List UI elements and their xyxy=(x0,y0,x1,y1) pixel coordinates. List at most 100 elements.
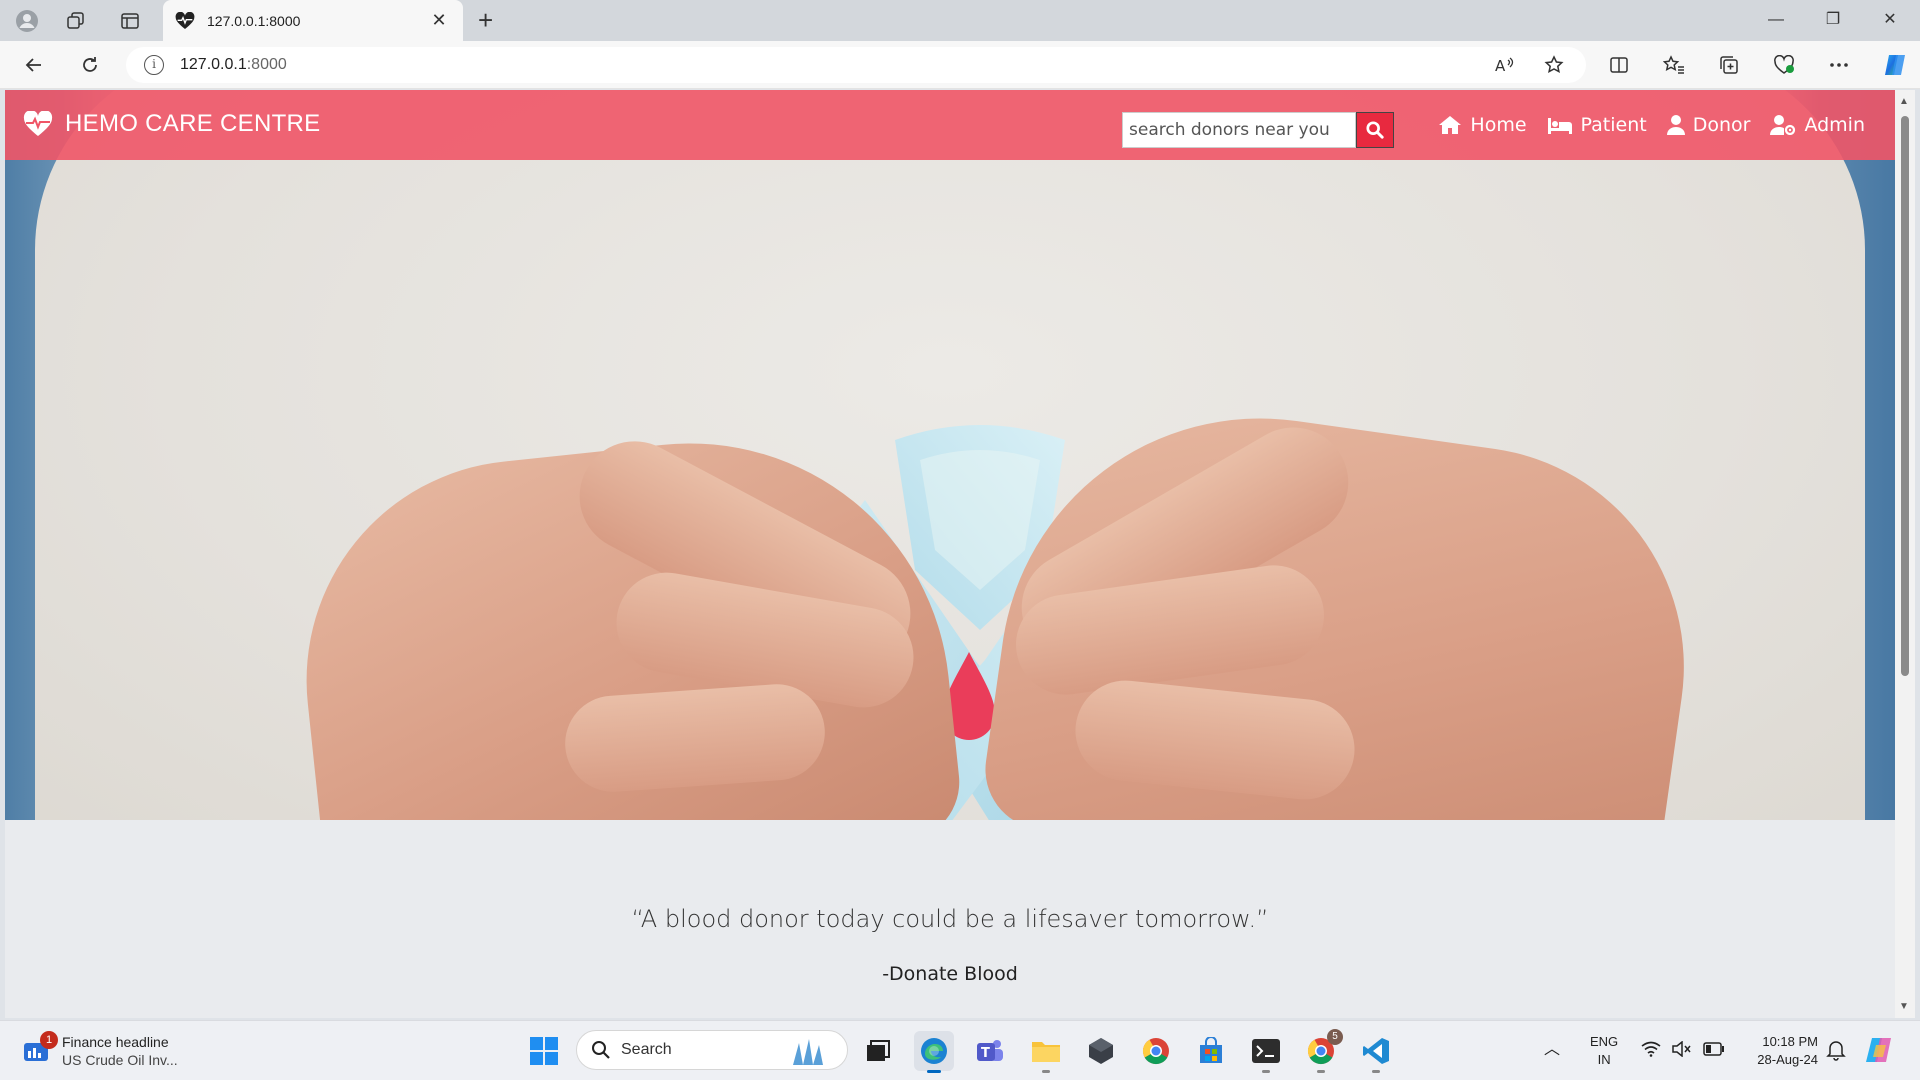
start-button[interactable] xyxy=(524,1031,564,1071)
restore-button[interactable]: ❐ xyxy=(1813,6,1853,34)
tab-title: 127.0.0.1:8000 xyxy=(207,12,301,29)
scroll-up-icon[interactable]: ▲ xyxy=(1899,96,1909,107)
teams-icon: T xyxy=(977,1040,1003,1061)
heartbeat-logo-icon xyxy=(23,111,53,136)
windows-logo-icon xyxy=(530,1037,558,1065)
store-taskbar-button[interactable] xyxy=(1191,1031,1231,1071)
favorite-star-icon[interactable] xyxy=(1539,51,1569,79)
back-button[interactable] xyxy=(20,51,48,79)
svg-text:T: T xyxy=(981,1046,990,1061)
nav-patient-label: Patient xyxy=(1580,114,1647,136)
copilot-taskbar-icon[interactable] xyxy=(1864,1035,1894,1070)
battery-icon[interactable] xyxy=(1703,1042,1725,1061)
news-text: US Crude Oil Inv... xyxy=(62,1052,178,1068)
home-icon xyxy=(1439,116,1462,134)
more-options-icon[interactable] xyxy=(1824,51,1854,79)
vscode-taskbar-button[interactable] xyxy=(1356,1031,1396,1073)
minimize-button[interactable]: — xyxy=(1756,6,1796,34)
favorites-icon[interactable] xyxy=(1659,51,1689,79)
edge-taskbar-button[interactable] xyxy=(914,1031,954,1073)
chrome-icon xyxy=(1142,1038,1169,1065)
site-navbar: HEMO CARE CENTRE Home Patient xyxy=(5,90,1895,160)
notifications-icon[interactable] xyxy=(1826,1039,1846,1066)
teams-taskbar-button[interactable]: T xyxy=(970,1031,1010,1071)
taskbar-search-label: Search xyxy=(621,1041,672,1058)
news-title: Finance headline xyxy=(62,1034,169,1050)
folder-icon xyxy=(1032,1042,1060,1062)
user-cog-icon xyxy=(1770,115,1796,135)
browser-tabstrip: 127.0.0.1:8000 ✕ + — ❐ ✕ xyxy=(0,0,1920,41)
donor-search-input[interactable] xyxy=(1122,112,1356,148)
site-nav: Home Patient Donor Admin xyxy=(1418,114,1865,136)
scrollbar-thumb[interactable] xyxy=(1901,116,1909,676)
donation-quote: “A blood donor today could be a lifesave… xyxy=(631,905,1269,933)
nav-donor-label: Donor xyxy=(1692,114,1751,136)
store-icon xyxy=(1200,1037,1222,1063)
file-explorer-taskbar-button[interactable] xyxy=(1026,1031,1066,1073)
news-widget-icon: 1 xyxy=(22,1031,58,1065)
browser-tab-active[interactable]: 127.0.0.1:8000 ✕ xyxy=(163,0,463,41)
new-tab-button[interactable]: + xyxy=(478,6,493,34)
show-hidden-icons-button[interactable]: ︿ xyxy=(1544,1041,1560,1059)
workspaces-icon[interactable] xyxy=(63,8,89,34)
clock-time: 10:18 PM xyxy=(1762,1034,1818,1049)
tab-actions-icon[interactable] xyxy=(117,8,143,34)
site-info-icon[interactable]: i xyxy=(144,55,164,75)
vscode-icon xyxy=(1363,1038,1389,1064)
terminal-taskbar-button[interactable] xyxy=(1246,1031,1286,1073)
clock-date: 28-Aug-24 xyxy=(1757,1052,1818,1067)
search-highlight-icon xyxy=(793,1039,823,1065)
browser-essentials-icon[interactable] xyxy=(1769,51,1799,79)
hero-image: HEMO CARE CENTRE Home Patient xyxy=(5,90,1895,820)
quote-attribution: -Donate Blood xyxy=(882,963,1018,985)
wifi-icon[interactable] xyxy=(1641,1041,1661,1062)
site-favicon-icon xyxy=(175,11,195,31)
close-window-button[interactable]: ✕ xyxy=(1870,6,1910,34)
terminal-icon xyxy=(1252,1039,1280,1063)
user-icon xyxy=(1666,115,1685,135)
nav-donor[interactable]: Donor xyxy=(1666,114,1751,136)
chrome-profile-taskbar-button[interactable]: 5 xyxy=(1301,1029,1343,1073)
taskbar-search[interactable]: Search xyxy=(576,1030,848,1070)
task-view-button[interactable] xyxy=(858,1031,898,1071)
site-brand[interactable]: HEMO CARE CENTRE xyxy=(23,110,321,138)
address-bar[interactable]: i 127.0.0.1:8000 xyxy=(126,47,1586,83)
split-screen-icon[interactable] xyxy=(1604,51,1634,79)
profile-icon[interactable] xyxy=(14,8,40,34)
donor-search-form xyxy=(1122,112,1394,148)
left-middle-finger xyxy=(561,681,829,795)
nav-admin-label: Admin xyxy=(1804,114,1865,136)
copilot-icon[interactable] xyxy=(1880,51,1910,79)
nav-patient[interactable]: Patient xyxy=(1547,114,1647,136)
nav-home[interactable]: Home xyxy=(1438,114,1527,136)
scroll-down-icon[interactable]: ▼ xyxy=(1899,1001,1909,1012)
page-viewport: HEMO CARE CENTRE Home Patient xyxy=(5,90,1895,1018)
lang-primary: ENG xyxy=(1590,1034,1619,1049)
nav-admin[interactable]: Admin xyxy=(1770,114,1865,136)
news-badge: 1 xyxy=(40,1031,58,1049)
edge-icon xyxy=(921,1038,947,1064)
collections-icon[interactable] xyxy=(1714,51,1744,79)
read-aloud-icon[interactable]: A xyxy=(1490,51,1520,79)
clock[interactable]: 10:18 PM 28-Aug-24 xyxy=(1742,1033,1818,1069)
chrome-taskbar-button[interactable] xyxy=(1136,1031,1176,1071)
svg-text:A: A xyxy=(1495,57,1506,75)
search-button[interactable] xyxy=(1356,112,1394,148)
address-url: 127.0.0.1:8000 xyxy=(180,56,287,73)
taskbar-search-icon xyxy=(592,1041,610,1059)
brand-name: HEMO CARE CENTRE xyxy=(65,110,321,137)
language-indicator[interactable]: ENG IN xyxy=(1590,1033,1618,1069)
reload-button[interactable] xyxy=(76,51,104,79)
browser-toolbar: i 127.0.0.1:8000 A xyxy=(0,41,1920,89)
nav-home-label: Home xyxy=(1470,114,1527,136)
news-widget[interactable]: 1 Finance headline US Crude Oil Inv... xyxy=(22,1031,178,1069)
task-view-icon xyxy=(867,1040,890,1061)
windows-taskbar: 1 Finance headline US Crude Oil Inv... S… xyxy=(0,1020,1920,1080)
search-icon xyxy=(1366,121,1384,139)
page-scrollbar[interactable]: ▲ ▼ xyxy=(1895,90,1915,1018)
unity-taskbar-button[interactable] xyxy=(1081,1031,1121,1071)
volume-muted-icon[interactable] xyxy=(1672,1040,1692,1062)
chrome-profile-badge: 5 xyxy=(1327,1029,1343,1045)
cube-app-icon xyxy=(1089,1038,1113,1064)
tab-close-icon[interactable]: ✕ xyxy=(427,10,451,31)
